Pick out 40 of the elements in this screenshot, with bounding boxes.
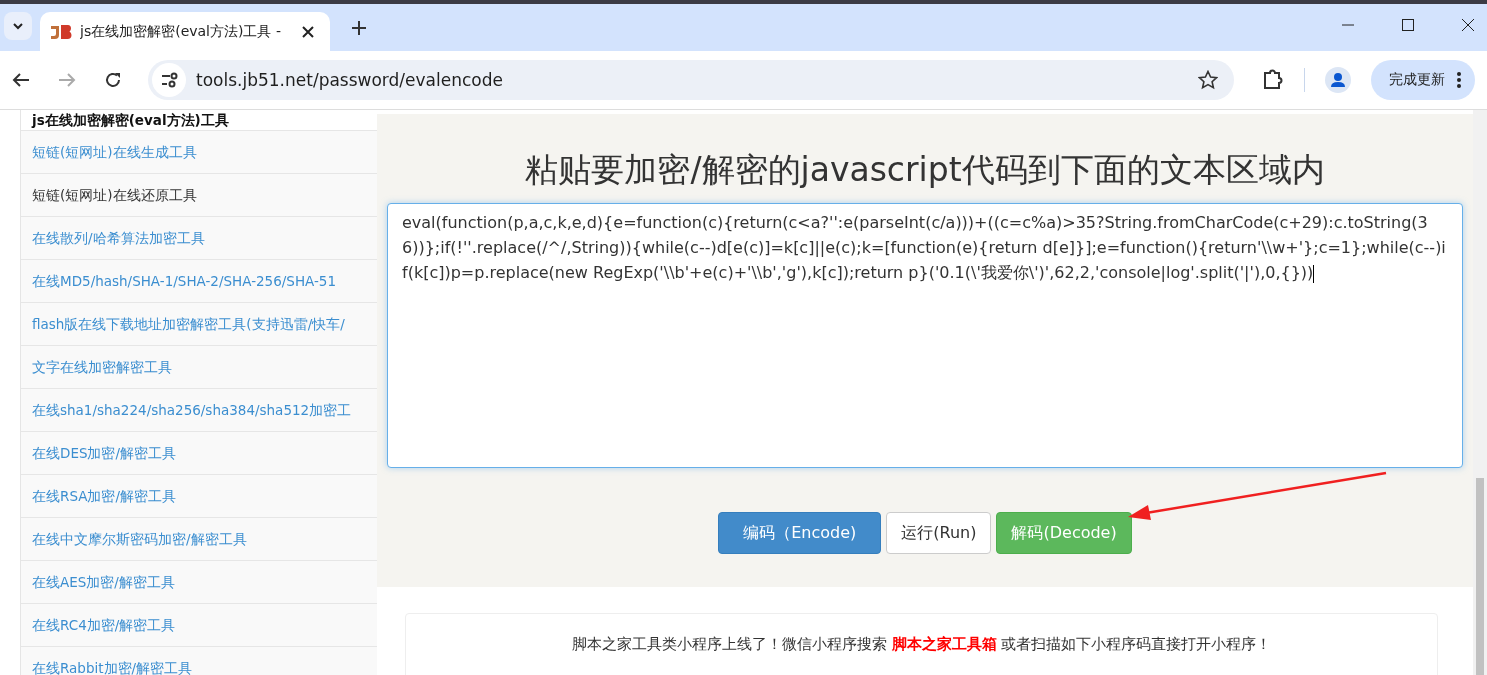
scrollbar-thumb[interactable] [1476, 478, 1484, 675]
sidebar-link[interactable]: 在线RC4加密/解密工具 [21, 604, 377, 647]
tab-list-button[interactable] [4, 12, 32, 40]
update-button[interactable]: 完成更新 [1371, 60, 1475, 100]
chevron-down-icon [12, 22, 24, 30]
page-heading: 粘贴要加密/解密的javascript代码到下面的文本区域内 [525, 149, 1325, 191]
site-logo-icon [50, 23, 72, 40]
back-arrow-icon[interactable] [12, 72, 30, 88]
sidebar-link[interactable]: 在线Rabbit加密/解密工具 [21, 647, 377, 675]
browser-tab[interactable]: js在线加密解密(eval方法)工具 - [40, 12, 330, 51]
tab-title: js在线加密解密(eval方法)工具 - [80, 22, 282, 41]
sidebar-link[interactable]: 在线RSA加密/解密工具 [21, 475, 377, 518]
profile-avatar-icon[interactable] [1325, 67, 1351, 93]
notice-text: 脚本之家工具类小程序上线了！微信小程序搜索 脚本之家工具箱 或者扫描如下小程序码直接打开小程序！ [571, 635, 1272, 653]
new-tab-icon[interactable] [352, 21, 366, 35]
url-text: tools.jb51.net/password/evalencode [196, 70, 504, 90]
puzzle-piece-icon[interactable] [1262, 69, 1284, 91]
code-input-field[interactable]: eval(function(p,a,c,k,e,d){e=function(c){return(c<a?'':e(parseInt(c/a)))+((c=c%a)>35?String.fromCharCode(c+29):c.toString(36))};if(!''.replace(/^/,String)){while(c--)d[e(c)]=k[c]||e(c);k=[function(e){return d[e]}];e=function(){return'\\w+'};c=1};while(c--)if(k[c])p=p.replace(new RegExp('\\b'+e(c)+'\\b','g'),k[c]);return p}('0.1(\'我爱你\')',62,2,'console|log'.split('|'),0,{})) [387, 203, 1463, 468]
close-icon[interactable] [302, 25, 314, 38]
sidebar-link[interactable]: 在线AES加密/解密工具 [21, 561, 377, 604]
sidebar-link[interactable]: 在线MD5/hash/SHA-1/SHA-2/SHA-256/SHA-51 [21, 260, 377, 303]
sidebar-link[interactable]: 在线sha1/sha224/sha256/sha384/sha512加密工 [21, 389, 377, 432]
close-icon[interactable] [1461, 18, 1475, 32]
encode-button[interactable]: 编码（Encode) [718, 512, 882, 554]
sidebar-link[interactable]: 短链(短网址)在线生成工具 [21, 131, 377, 174]
star-icon[interactable] [1198, 70, 1218, 90]
sidebar-link[interactable]: 在线DES加密/解密工具 [21, 432, 377, 475]
sidebar-link[interactable]: 在线中文摩尔斯密码加密/解密工具 [21, 518, 377, 561]
maximize-icon[interactable] [1401, 18, 1415, 32]
sidebar-link[interactable]: 短链(短网址)在线还原工具 [21, 174, 377, 217]
sidebar-link[interactable]: js在线加密解密(eval方法)工具 [21, 110, 377, 131]
run-button[interactable]: 运行(Run) [886, 512, 992, 554]
sidebar-link[interactable]: 文字在线加密解密工具 [21, 346, 377, 389]
address-bar[interactable]: tools.jb51.net/password/evalencode [148, 60, 1234, 100]
sidebar-link[interactable]: 在线散列/哈希算法加密工具 [21, 217, 377, 260]
decode-button[interactable]: 解码(Decode) [996, 512, 1132, 554]
sidebar-link[interactable]: flash版在线下载地址加密解密工具(支持迅雷/快车/ [21, 303, 377, 346]
reload-icon[interactable] [104, 71, 122, 89]
site-settings-icon[interactable] [152, 63, 186, 97]
more-menu-icon[interactable] [1457, 72, 1461, 88]
